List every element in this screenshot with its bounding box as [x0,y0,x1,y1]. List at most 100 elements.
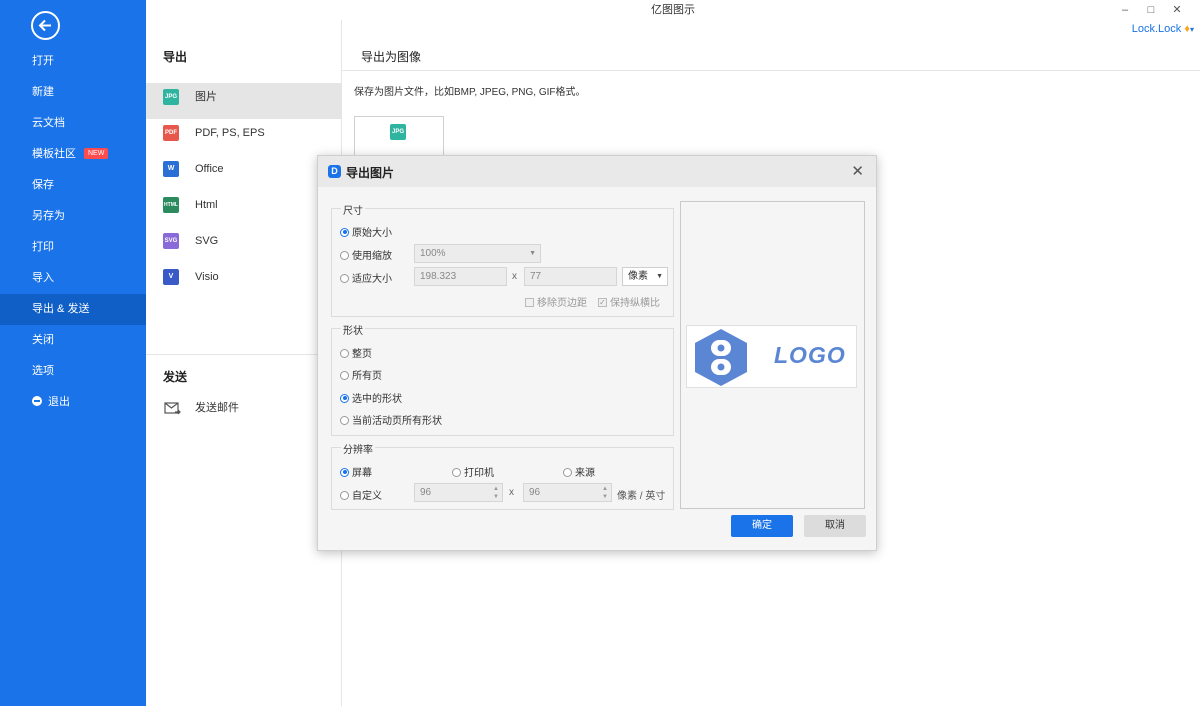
radio-custom[interactable]: 自定义 [340,487,382,502]
size-group: 尺寸 原始大小 使用缩放 100% ▼ 适应大小 198.323 x 77 像素 ▼… [331,202,674,317]
radio-original-size[interactable]: 原始大小 [340,224,392,239]
svg-file-icon: SVG [163,233,179,249]
unit-value: 像素 [628,271,648,282]
visio-file-icon: V [163,269,179,285]
radio-label: 打印机 [464,468,494,479]
sidebar-item-label: 打开 [32,55,54,67]
sidebar-item-template-community[interactable]: 模板社区 NEW [0,139,146,170]
checkbox-label: 移除页边距 [537,298,587,309]
export-image-dialog: D 导出图片 ✕ 尺寸 原始大小 使用缩放 100% ▼ 适应大小 198.323… [317,155,877,551]
sidebar-item-label: 导入 [32,272,54,284]
app-logo-icon: D [328,165,341,178]
sidebar-item-label: 退出 [48,396,70,408]
sidebar-item-cloud-docs[interactable]: 云文档 [0,108,146,139]
sidebar-item-new[interactable]: 新建 [0,77,146,108]
radio-label: 自定义 [352,491,382,502]
export-item-label: Html [195,199,218,211]
radio-button [340,273,349,283]
remove-margin-checkbox[interactable]: 移除页边距 [525,294,587,309]
dpi-unit-label: 像素 / 英寸 [617,491,666,502]
export-options-panel: 导出 JPG 图片 PDF PDF, PS, EPS W Office HTML… [146,20,342,706]
sidebar-menu: 打开 新建 云文档 模板社区 NEW 保存 另存为 打印 导入 导出 & 发送 关… [0,46,146,418]
size-group-label: 尺寸 [341,202,365,217]
radio-fit-size[interactable]: 适应大小 [340,270,392,285]
send-email-item[interactable]: 发送邮件 [146,396,342,420]
radio-selected-shapes[interactable]: 选中的形状 [340,390,402,405]
resolution-group: 分辨率 屏幕 打印机 来源 自定义 96 ▲ ▼ x 96 ▲ ▼ 像素 / 英寸 [331,441,674,510]
radio-screen[interactable]: 屏幕 [340,464,372,479]
export-item-label: PDF, PS, EPS [195,127,265,139]
radio-label: 当前活动页所有形状 [352,416,442,427]
maximize-button[interactable]: □ [1138,2,1164,18]
radio-current-page-shapes[interactable]: 当前活动页所有形状 [340,412,442,427]
sidebar-item-save[interactable]: 保存 [0,170,146,201]
width-input[interactable]: 198.323 [414,267,507,286]
sidebar-item-exit[interactable]: 退出 [0,387,146,418]
sidebar-item-save-as[interactable]: 另存为 [0,201,146,232]
sidebar-item-label: 保存 [32,179,54,191]
title-bar: 亿图图示 – □ ✕ [146,0,1200,20]
keep-ratio-checkbox[interactable]: ✓ 保持纵横比 [598,294,660,309]
sidebar-item-print[interactable]: 打印 [0,232,146,263]
export-item-visio[interactable]: V Visio [146,263,342,299]
sidebar-item-label: 打印 [32,241,54,253]
sidebar-item-label: 选项 [32,365,54,377]
sidebar-item-options[interactable]: 选项 [0,356,146,387]
close-icon[interactable]: ✕ [851,162,864,180]
export-item-office[interactable]: W Office [146,155,342,191]
zoom-value: 100% [420,248,446,259]
spinner-arrows-icon[interactable]: ▲ ▼ [602,485,608,501]
sidebar-item-open[interactable]: 打开 [0,46,146,77]
export-item-image[interactable]: JPG 图片 [146,83,342,119]
html-file-icon: HTML [163,197,179,213]
sidebar-item-export-send[interactable]: 导出 & 发送 [0,294,146,325]
radio-source[interactable]: 来源 [563,464,595,479]
export-item-pdf[interactable]: PDF PDF, PS, EPS [146,119,342,155]
dpi-y-input[interactable]: 96 ▲ ▼ [523,483,612,502]
sidebar-item-label: 云文档 [32,117,65,129]
pdf-file-icon: PDF [163,125,179,141]
export-item-label: 图片 [195,91,217,103]
jpg-file-icon: JPG [163,89,179,105]
export-item-html[interactable]: HTML Html [146,191,342,227]
title-divider [342,70,1200,71]
radio-label: 选中的形状 [352,394,402,405]
dpi-x-input[interactable]: 96 ▲ ▼ [414,483,503,502]
close-window-button[interactable]: ✕ [1164,2,1190,18]
export-item-svg[interactable]: SVG SVG [146,227,342,263]
radio-label: 屏幕 [352,468,372,479]
backstage-sidebar: 打开 新建 云文档 模板社区 NEW 保存 另存为 打印 导入 导出 & 发送 关… [0,0,146,706]
page-title: 导出为图像 [361,50,422,64]
radio-all-pages[interactable]: 所有页 [340,367,382,382]
zoom-select[interactable]: 100% ▼ [414,244,541,263]
dialog-header: D 导出图片 ✕ [318,156,876,187]
minimize-button[interactable]: – [1112,2,1138,18]
times-separator: x [509,487,514,498]
dpi-y-value: 96 [529,487,541,498]
spinner-arrows-icon[interactable]: ▲ ▼ [493,485,499,501]
back-arrow-icon[interactable] [31,11,60,40]
window-controls: – □ ✕ [1112,0,1190,20]
sidebar-item-import[interactable]: 导入 [0,263,146,294]
radio-button [452,467,461,477]
radio-use-zoom[interactable]: 使用缩放 [340,247,392,262]
height-input[interactable]: 77 [524,267,617,286]
radio-whole-page[interactable]: 整页 [340,345,372,360]
confirm-button[interactable]: 确定 [731,515,793,537]
sidebar-item-label: 另存为 [32,210,65,222]
cancel-button[interactable]: 取消 [804,515,866,537]
checkbox-label: 保持纵横比 [610,298,660,309]
unit-select[interactable]: 像素 ▼ [622,267,668,286]
send-item-label: 发送邮件 [195,402,239,414]
radio-label: 整页 [352,349,372,360]
radio-label: 所有页 [352,371,382,382]
times-separator: x [512,271,517,282]
jpg-file-icon: JPG [390,124,406,140]
checkbox-checked: ✓ [598,297,607,307]
radio-printer[interactable]: 打印机 [452,464,494,479]
export-image-thumbnail[interactable]: JPG [354,116,444,156]
radio-button [340,467,349,477]
radio-button [340,393,349,403]
app-title: 亿图图示 [651,4,695,16]
sidebar-item-close[interactable]: 关闭 [0,325,146,356]
